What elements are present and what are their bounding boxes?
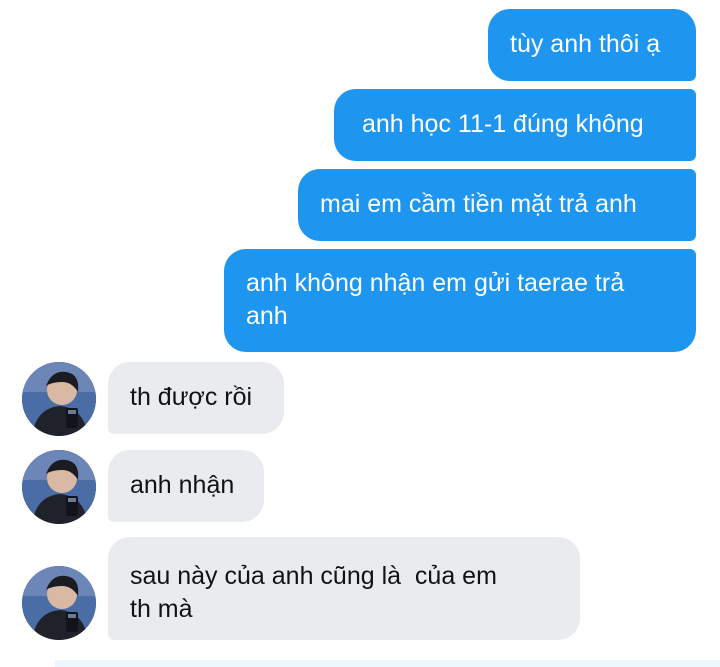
- received-message-3[interactable]: sau này của anh cũng là của em th mà: [108, 537, 580, 640]
- chat-thread: tùy anh thôi ạ anh học 11-1 đúng không m…: [0, 0, 720, 667]
- composer-edge: [55, 660, 720, 667]
- sent-message-3[interactable]: mai em cầm tiền mặt trả anh: [298, 169, 696, 241]
- contact-avatar[interactable]: [22, 450, 96, 524]
- profile-photo-icon: [22, 450, 96, 524]
- sent-message-4[interactable]: anh không nhận em gửi taerae trả anh: [224, 249, 696, 352]
- received-message-2[interactable]: anh nhận: [108, 450, 264, 522]
- profile-photo-icon: [22, 566, 96, 640]
- received-message-1[interactable]: th được rồi: [108, 362, 284, 434]
- contact-avatar[interactable]: [22, 362, 96, 436]
- contact-avatar[interactable]: [22, 566, 96, 640]
- sent-message-1[interactable]: tùy anh thôi ạ: [488, 9, 696, 81]
- profile-photo-icon: [22, 362, 96, 436]
- sent-message-2[interactable]: anh học 11-1 đúng không: [334, 89, 696, 161]
